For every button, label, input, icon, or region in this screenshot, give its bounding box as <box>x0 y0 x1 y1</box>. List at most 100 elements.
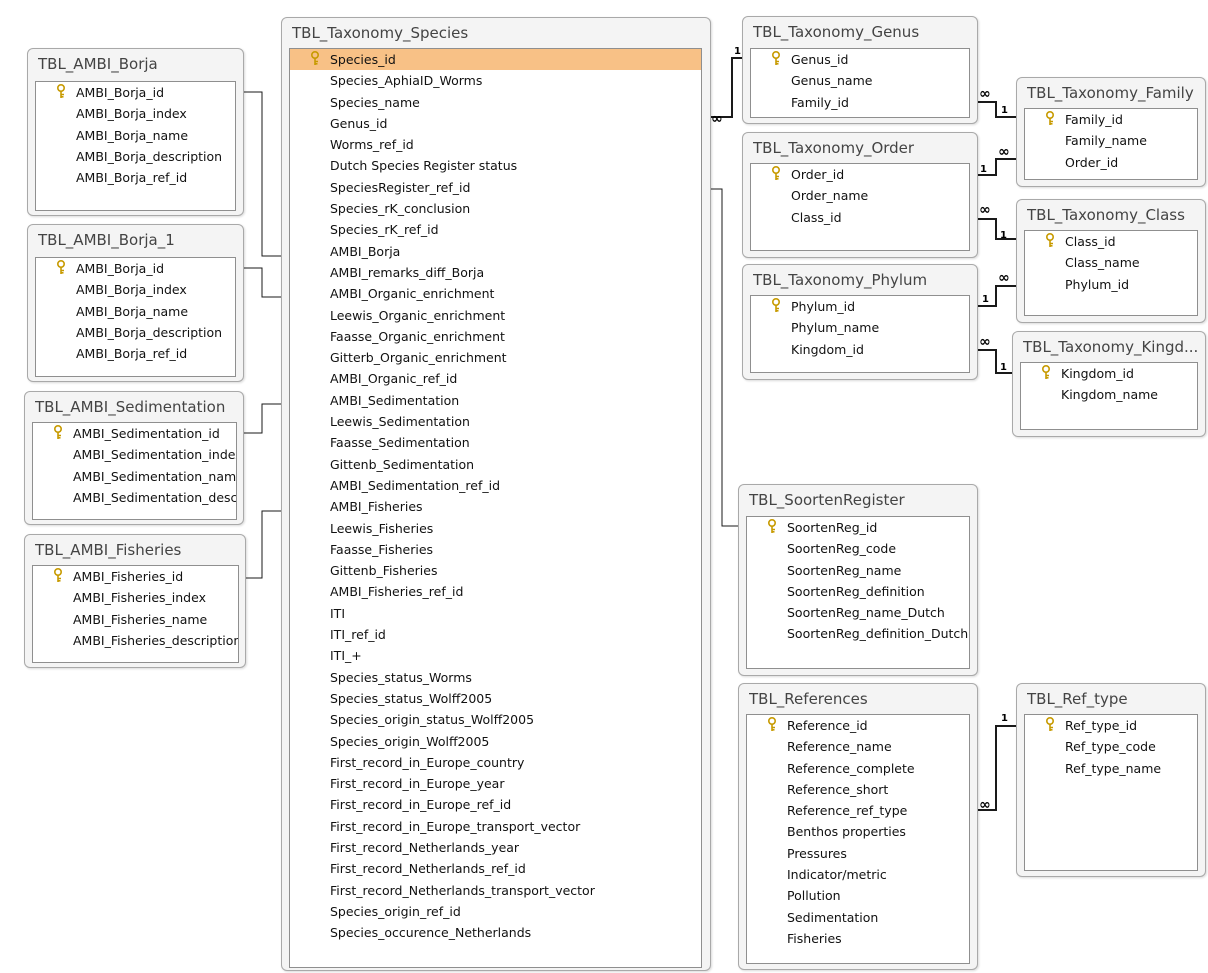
field-row[interactable]: Class_id <box>751 207 969 228</box>
field-row[interactable]: Genus_name <box>751 70 969 91</box>
field-row[interactable]: First_record_Netherlands_ref_id <box>290 858 701 879</box>
field-row[interactable]: Kingdom_id <box>751 339 969 360</box>
table-title[interactable]: TBL_AMBI_Sedimentation <box>35 398 225 416</box>
field-row[interactable]: SoortenReg_definition_Dutch <box>747 623 969 644</box>
field-list[interactable]: AMBI_Sedimentation_id AMBI_Sedimentation_… <box>32 422 237 520</box>
field-row[interactable]: AMBI_Organic_enrichment <box>290 283 701 304</box>
table-taxonomy-family[interactable]: TBL_Taxonomy_Family Family_id Family_name… <box>1016 77 1206 187</box>
field-row[interactable]: First_record_in_Europe_ref_id <box>290 794 701 815</box>
field-row[interactable]: Reference_ref_type <box>747 800 969 821</box>
table-ref-type[interactable]: TBL_Ref_type Ref_type_id Ref_type_code Ref… <box>1016 683 1206 877</box>
field-row[interactable]: ITI <box>290 603 701 624</box>
field-row[interactable]: Class_name <box>1025 252 1197 273</box>
field-row[interactable]: AMBI_Sedimentation_description <box>33 487 236 508</box>
field-row[interactable]: Species_origin_ref_id <box>290 901 701 922</box>
field-row[interactable]: AMBI_Fisheries <box>290 496 701 517</box>
field-list[interactable]: Genus_id Genus_name Family_id <box>750 48 970 118</box>
field-row[interactable]: Leewis_Organic_enrichment <box>290 305 701 326</box>
field-row[interactable]: AMBI_Fisheries_index <box>33 587 238 608</box>
field-row[interactable]: Species_status_Wolff2005 <box>290 688 701 709</box>
field-row[interactable]: First_record_in_Europe_year <box>290 773 701 794</box>
field-list[interactable]: AMBI_Borja_id AMBI_Borja_index AMBI_Borja_… <box>35 81 236 211</box>
primary-key-field[interactable]: AMBI_Borja_id <box>36 82 235 103</box>
field-list[interactable]: Ref_type_id Ref_type_code Ref_type_name <box>1024 714 1198 871</box>
table-title[interactable]: TBL_Taxonomy_Family <box>1027 84 1194 102</box>
table-title[interactable]: TBL_Taxonomy_Phylum <box>753 271 927 289</box>
primary-key-field[interactable]: Genus_id <box>751 49 969 70</box>
field-row[interactable]: Order_id <box>1025 152 1197 173</box>
field-row[interactable]: First_record_in_Europe_transport_vector <box>290 816 701 837</box>
field-row[interactable]: AMBI_Borja <box>290 241 701 262</box>
field-row[interactable]: Ref_type_name <box>1025 758 1197 779</box>
field-row[interactable]: AMBI_Borja_description <box>36 146 235 167</box>
field-row[interactable]: AMBI_Borja_ref_id <box>36 167 235 188</box>
table-title[interactable]: TBL_AMBI_Fisheries <box>35 541 181 559</box>
field-row[interactable]: Faasse_Fisheries <box>290 539 701 560</box>
table-taxonomy-genus[interactable]: TBL_Taxonomy_Genus Genus_id Genus_name Fam… <box>742 16 978 124</box>
primary-key-field[interactable]: Ref_type_id <box>1025 715 1197 736</box>
field-list[interactable]: Order_id Order_name Class_id <box>750 163 970 251</box>
table-ambi-borja[interactable]: TBL_AMBI_Borja AMBI_Borja_id AMBI_Borja_i… <box>27 48 244 216</box>
table-ambi-borja-1[interactable]: TBL_AMBI_Borja_1 AMBI_Borja_id AMBI_Borja… <box>27 224 244 382</box>
field-list[interactable]: Family_id Family_name Order_id <box>1024 108 1198 180</box>
field-row[interactable]: Genus_id <box>290 113 701 134</box>
field-row[interactable]: Gittenb_Fisheries <box>290 560 701 581</box>
field-row[interactable]: AMBI_Sedimentation_index <box>33 444 236 465</box>
field-row[interactable]: SpeciesRegister_ref_id <box>290 177 701 198</box>
table-references[interactable]: TBL_References Reference_id Reference_nam… <box>738 683 978 970</box>
field-row[interactable]: Pollution <box>747 885 969 906</box>
field-row[interactable]: First_record_Netherlands_transport_vecto… <box>290 880 701 901</box>
table-ambi-sedimentation[interactable]: TBL_AMBI_Sedimentation AMBI_Sedimentatio… <box>24 391 244 525</box>
field-row[interactable]: Pressures <box>747 843 969 864</box>
field-list[interactable]: Kingdom_id Kingdom_name <box>1020 362 1198 430</box>
primary-key-field[interactable]: Phylum_id <box>751 296 969 317</box>
field-row[interactable]: AMBI_Sedimentation_name <box>33 466 236 487</box>
table-title[interactable]: TBL_Taxonomy_Order <box>753 139 914 157</box>
field-row[interactable]: SoortenReg_code <box>747 538 969 559</box>
field-row[interactable]: Order_name <box>751 185 969 206</box>
field-row[interactable]: SoortenReg_name <box>747 560 969 581</box>
field-row[interactable]: Gittenb_Sedimentation <box>290 454 701 475</box>
table-title[interactable]: TBL_AMBI_Borja_1 <box>38 231 175 249</box>
field-row[interactable]: Benthos properties <box>747 821 969 842</box>
field-list[interactable]: Phylum_id Phylum_name Kingdom_id <box>750 295 970 373</box>
field-row[interactable]: AMBI_Fisheries_name <box>33 609 238 630</box>
field-row[interactable]: Species_AphiaID_Worms <box>290 70 701 91</box>
field-row[interactable]: SoortenReg_name_Dutch <box>747 602 969 623</box>
field-row[interactable]: Species_occurence_Netherlands <box>290 922 701 943</box>
field-row[interactable]: AMBI_Borja_ref_id <box>36 343 235 364</box>
table-title[interactable]: TBL_Taxonomy_Class <box>1027 206 1185 224</box>
table-soortenregister[interactable]: TBL_SoortenRegister SoortenReg_id Soorten… <box>738 484 978 676</box>
table-title[interactable]: TBL_Taxonomy_Species <box>292 24 468 42</box>
field-row[interactable]: Indicator/metric <box>747 864 969 885</box>
field-row[interactable]: Ref_type_code <box>1025 736 1197 757</box>
primary-key-field[interactable]: Family_id <box>1025 109 1197 130</box>
field-row[interactable]: Reference_short <box>747 779 969 800</box>
field-row[interactable]: Gitterb_Organic_enrichment <box>290 347 701 368</box>
field-row[interactable]: Fisheries <box>747 928 969 949</box>
field-row[interactable]: Species_origin_Wolff2005 <box>290 731 701 752</box>
primary-key-field[interactable]: Species_id <box>290 49 701 71</box>
field-row[interactable]: Leewis_Sedimentation <box>290 411 701 432</box>
field-row[interactable]: AMBI_Sedimentation <box>290 390 701 411</box>
field-row[interactable]: AMBI_Borja_name <box>36 125 235 146</box>
field-row[interactable]: AMBI_Borja_description <box>36 322 235 343</box>
field-row[interactable]: ITI_ref_id <box>290 624 701 645</box>
primary-key-field[interactable]: SoortenReg_id <box>747 517 969 538</box>
field-row[interactable]: Family_name <box>1025 130 1197 151</box>
field-list[interactable]: Species_id Species_AphiaID_Worms Species_n… <box>289 48 702 968</box>
primary-key-field[interactable]: Class_id <box>1025 231 1197 252</box>
primary-key-field[interactable]: AMBI_Sedimentation_id <box>33 423 236 444</box>
field-list[interactable]: SoortenReg_id SoortenReg_code SoortenReg_n… <box>746 516 970 669</box>
field-row[interactable]: SoortenReg_definition <box>747 581 969 602</box>
field-row[interactable]: AMBI_remarks_diff_Borja <box>290 262 701 283</box>
primary-key-field[interactable]: Kingdom_id <box>1021 363 1197 384</box>
table-title[interactable]: TBL_Ref_type <box>1027 690 1128 708</box>
table-title[interactable]: TBL_AMBI_Borja <box>38 55 158 73</box>
table-taxonomy-class[interactable]: TBL_Taxonomy_Class Class_id Class_name Phy… <box>1016 199 1206 323</box>
table-taxonomy-species[interactable]: TBL_Taxonomy_Species Species_id Species_A… <box>281 17 711 971</box>
field-row[interactable]: AMBI_Borja_index <box>36 103 235 124</box>
field-row[interactable]: Reference_complete <box>747 758 969 779</box>
primary-key-field[interactable]: AMBI_Fisheries_id <box>33 566 238 587</box>
field-row[interactable]: Leewis_Fisheries <box>290 518 701 539</box>
